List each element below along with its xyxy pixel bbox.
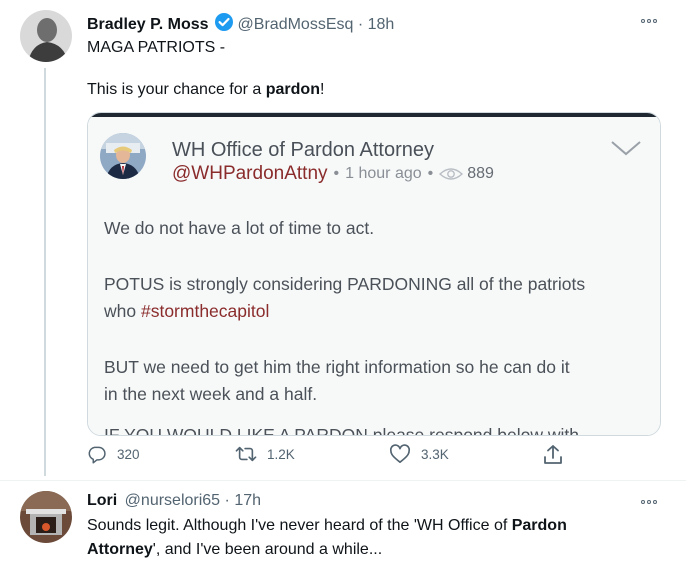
timestamp[interactable]: 17h	[234, 492, 261, 509]
avatar[interactable]	[20, 10, 72, 62]
retweet-button[interactable]: 1.2K	[235, 444, 295, 464]
text-span: ', and I've been around a while...	[152, 541, 383, 558]
tweet-bradley[interactable]: Bradley P. Moss @BradMossEsq · 18h MAGA P…	[0, 0, 686, 480]
embedded-text-p3b: in the next week and a half.	[104, 384, 318, 404]
embedded-handle: @WHPardonAttny	[172, 163, 328, 184]
reply-button[interactable]: 320	[87, 444, 140, 464]
reply-count: 320	[117, 446, 140, 462]
separator-dot: ·	[357, 16, 364, 33]
chevron-down-icon	[610, 139, 642, 162]
like-count: 3.3K	[421, 446, 449, 462]
embedded-views-dot: •	[427, 165, 434, 182]
more-options-icon[interactable]	[638, 13, 660, 29]
share-button[interactable]	[543, 444, 573, 466]
hashtag: #stormthecapitol	[140, 301, 270, 321]
eye-icon	[439, 167, 464, 181]
embedded-text-p3a: BUT we need to get him the right informa…	[104, 357, 570, 377]
like-button[interactable]: 3.3K	[389, 444, 449, 464]
retweet-count: 1.2K	[267, 446, 295, 462]
embedded-text-p1: We do not have a lot of time to act.	[104, 218, 375, 238]
display-name[interactable]: Bradley P. Moss	[87, 16, 209, 33]
embedded-image[interactable]: WH Office of Pardon Attorney @WHPardonAt…	[87, 112, 661, 436]
display-name[interactable]: Lori	[87, 492, 117, 509]
tweet-header: Bradley P. Moss @BradMossEsq · 18h	[87, 12, 394, 37]
embedded-text-p4-cut: IF YOU WOULD LIKE A PARDON please respon…	[104, 425, 579, 436]
retweet-icon	[235, 446, 257, 462]
text-bold: Pardon	[511, 517, 567, 534]
tweet-header: Lori @nurselori65 · 17h	[87, 492, 261, 510]
avatar[interactable]	[20, 491, 72, 543]
heart-icon	[390, 444, 410, 463]
text-span: This is your chance for a	[87, 81, 266, 98]
tweet-text-line2: This is your chance for a pardon!	[87, 78, 324, 102]
text-span: who	[104, 301, 141, 321]
text-bold: pardon	[265, 81, 320, 98]
share-icon	[544, 445, 562, 464]
embedded-time: 1 hour ago	[345, 165, 422, 182]
tweet-text-line2: Attorney', and I've been around a while.…	[87, 538, 382, 562]
tweet-text-line1: MAGA PATRIOTS -	[87, 39, 226, 56]
embedded-text-p2a: POTUS is strongly considering PARDONING …	[104, 274, 586, 294]
text-bold: Attorney	[87, 541, 153, 558]
embedded-text-p2b: who #stormthecapitol	[104, 301, 269, 322]
embedded-avatar	[100, 133, 146, 179]
action-bar: 320 1.2K 3.3K	[87, 444, 587, 468]
handle[interactable]: @nurselori65	[125, 492, 220, 509]
reply-icon	[88, 446, 106, 464]
embedded-views: 889	[467, 165, 494, 182]
image-content: WH Office of Pardon Attorney @WHPardonAt…	[88, 117, 660, 435]
timestamp[interactable]: 18h	[368, 16, 395, 33]
more-options-icon[interactable]	[638, 494, 660, 510]
embedded-display-name: WH Office of Pardon Attorney	[172, 139, 434, 161]
verified-badge-icon	[214, 12, 234, 37]
embedded-time-dot: •	[333, 165, 340, 182]
tweet-lori[interactable]: Lori @nurselori65 · 17h Sounds legit. Al…	[0, 481, 686, 576]
text-span: Sounds legit. Although I've never heard …	[87, 517, 512, 534]
tweet-text-line1: Sounds legit. Although I've never heard …	[87, 514, 567, 538]
handle[interactable]: @BradMossEsq	[238, 16, 354, 33]
text-span: !	[319, 81, 325, 98]
thread-line	[44, 68, 46, 476]
embedded-meta-row: @WHPardonAttny • 1 hour ago • 889	[172, 163, 494, 185]
separator-dot: ·	[224, 492, 230, 509]
